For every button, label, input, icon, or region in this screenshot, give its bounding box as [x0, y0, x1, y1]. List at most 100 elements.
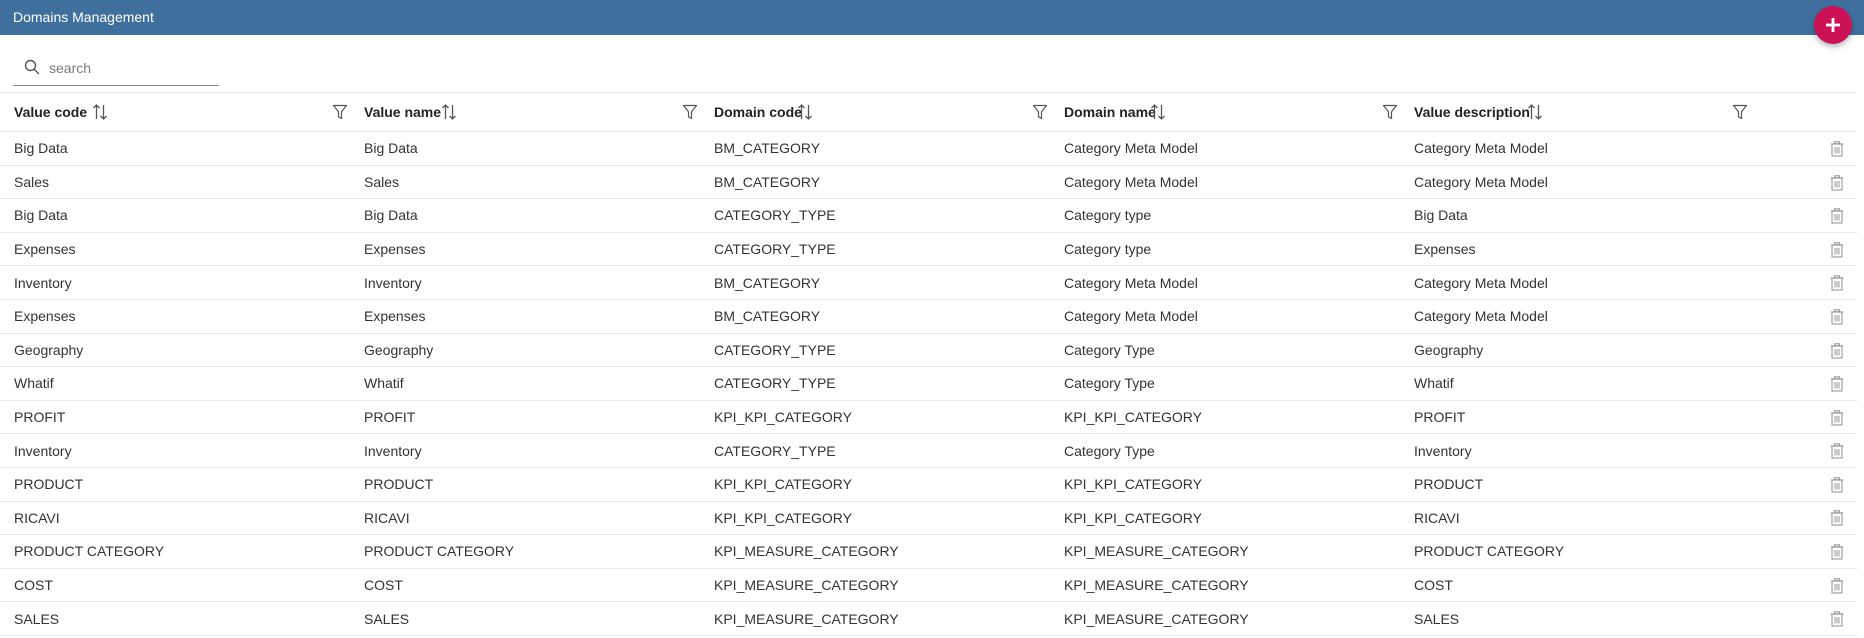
cell-text: PROFIT	[364, 409, 416, 426]
cell-value-description: PROFIT	[1400, 400, 1750, 435]
cell-value-name: PRODUCT	[350, 467, 700, 502]
cell-text: KPI_MEASURE_CATEGORY	[1064, 543, 1249, 560]
trash-icon[interactable]	[1830, 443, 1844, 459]
table-row[interactable]: Big Data Big Data CATEGORY_TYPE Category ty…	[0, 198, 1857, 233]
column-header-value-name[interactable]: Value name	[350, 93, 700, 132]
cell-text: Category type	[1064, 207, 1152, 224]
cell-text: CATEGORY_TYPE	[714, 341, 836, 358]
cell-domain-code: BM_CATEGORY	[700, 165, 1050, 200]
table-row[interactable]: Big Data Big Data BM_CATEGORY Category Meta…	[0, 131, 1857, 166]
filter-icon[interactable]	[682, 103, 698, 121]
column-header-label: Domain code	[714, 104, 802, 120]
cell-value-code: Geography	[0, 333, 350, 368]
delete-button[interactable]	[1750, 131, 1857, 166]
delete-button[interactable]	[1750, 400, 1857, 435]
cell-text: RICAVI	[14, 509, 60, 526]
trash-icon[interactable]	[1830, 208, 1844, 224]
cell-text: BM_CATEGORY	[714, 274, 821, 291]
table-row[interactable]: Expenses Expenses CATEGORY_TYPE Category ty…	[0, 232, 1857, 267]
cell-value-code: Expenses	[0, 232, 350, 267]
table-row[interactable]: Expenses Expenses BM_CATEGORY Category Meta…	[0, 299, 1857, 334]
delete-button[interactable]	[1750, 165, 1857, 200]
cell-value-name: Geography	[350, 333, 700, 368]
cell-value-description: Big Data	[1400, 198, 1750, 233]
trash-icon[interactable]	[1830, 544, 1844, 560]
delete-button[interactable]	[1750, 467, 1857, 502]
table-row[interactable]: Sales Sales BM_CATEGORY Category Meta Model…	[0, 165, 1857, 200]
filter-icon[interactable]	[332, 103, 348, 121]
trash-icon[interactable]	[1830, 275, 1844, 291]
cell-value-description: PRODUCT	[1400, 467, 1750, 502]
trash-icon[interactable]	[1830, 577, 1844, 594]
cell-text: PRODUCT	[1414, 476, 1484, 493]
delete-button[interactable]	[1750, 601, 1857, 636]
cell-value-name: SALES	[350, 601, 700, 636]
sort-icon[interactable]	[1150, 103, 1166, 121]
search-input[interactable]	[49, 56, 214, 80]
table-row[interactable]: Inventory Inventory BM_CATEGORY Category Me…	[0, 265, 1857, 300]
trash-icon[interactable]	[1830, 477, 1844, 493]
cell-text: COST	[1414, 577, 1453, 594]
trash-icon[interactable]	[1830, 174, 1844, 191]
cell-text: Geography	[364, 341, 434, 358]
trash-icon[interactable]	[1830, 409, 1844, 426]
table-row[interactable]: Geography Geography CATEGORY_TYPE Category …	[0, 333, 1857, 368]
table-row[interactable]: Inventory Inventory CATEGORY_TYPE Category …	[0, 433, 1857, 468]
column-header-label: Value code	[14, 104, 88, 120]
cell-value-description: Inventory	[1400, 433, 1750, 468]
cell-text: PRODUCT	[14, 476, 84, 493]
column-header-domain-name[interactable]: Domain name	[1050, 93, 1400, 132]
column-header-value-description[interactable]: Value description	[1400, 93, 1750, 132]
table-row[interactable]: SALES SALES KPI_MEASURE_CATEGORY KPI_MEASUR…	[0, 601, 1857, 636]
cell-text: PROFIT	[14, 409, 66, 426]
trash-icon[interactable]	[1830, 141, 1844, 157]
cell-value-description: Geography	[1400, 333, 1750, 368]
delete-button[interactable]	[1750, 534, 1857, 569]
table-row[interactable]: PROFIT PROFIT KPI_KPI_CATEGORY KPI_KPI_CATE…	[0, 400, 1857, 435]
table-row[interactable]: RICAVI RICAVI KPI_KPI_CATEGORY KPI_KPI_CATE…	[0, 501, 1857, 536]
delete-button[interactable]	[1750, 366, 1857, 401]
trash-icon[interactable]	[1830, 342, 1844, 359]
column-header-value-code[interactable]: Value code	[0, 93, 350, 132]
delete-button[interactable]	[1750, 232, 1857, 267]
filter-icon[interactable]	[1732, 103, 1748, 121]
sort-icon[interactable]	[441, 103, 457, 121]
table-row[interactable]: COST COST KPI_MEASURE_CATEGORY KPI_MEASURE_…	[0, 568, 1857, 603]
cell-text: COST	[364, 577, 403, 594]
trash-icon[interactable]	[1830, 376, 1844, 392]
trash-icon[interactable]	[1830, 241, 1844, 258]
cell-domain-name: Category Type	[1050, 366, 1400, 401]
delete-button[interactable]	[1750, 265, 1857, 300]
trash-icon[interactable]	[1830, 611, 1844, 627]
sort-icon[interactable]	[92, 103, 108, 121]
cell-text: Category Meta Model	[1064, 308, 1198, 325]
table-row[interactable]: PRODUCT CATEGORY PRODUCT CATEGORY KPI_MEAS…	[0, 534, 1857, 569]
delete-button[interactable]	[1750, 299, 1857, 334]
table-row[interactable]: Whatif Whatif CATEGORY_TYPE Category Type Wh…	[0, 366, 1857, 401]
cell-text: Expenses	[1414, 241, 1476, 258]
trash-icon[interactable]	[1830, 309, 1844, 325]
cell-text: SALES	[364, 610, 410, 627]
delete-button[interactable]	[1750, 198, 1857, 233]
column-header-domain-code[interactable]: Domain code	[700, 93, 1050, 132]
delete-button[interactable]	[1750, 501, 1857, 536]
cell-text: RICAVI	[1414, 509, 1460, 526]
cell-domain-name: KPI_KPI_CATEGORY	[1050, 467, 1400, 502]
cell-value-code: PRODUCT CATEGORY	[0, 534, 350, 569]
table-row[interactable]: PRODUCT PRODUCT KPI_KPI_CATEGORY KPI_KPI_CA…	[0, 467, 1857, 502]
delete-button[interactable]	[1750, 568, 1857, 603]
delete-button[interactable]	[1750, 333, 1857, 368]
add-domain-button[interactable]	[1814, 6, 1852, 44]
cell-domain-code: KPI_KPI_CATEGORY	[700, 400, 1050, 435]
sort-icon[interactable]	[1527, 103, 1543, 121]
trash-icon[interactable]	[1830, 510, 1844, 527]
cell-value-code: Whatif	[0, 366, 350, 401]
cell-text: Inventory	[364, 274, 422, 291]
filter-icon[interactable]	[1382, 103, 1398, 121]
cell-value-name: Expenses	[350, 232, 700, 267]
filter-icon[interactable]	[1032, 103, 1048, 121]
sort-icon[interactable]	[797, 103, 813, 121]
delete-button[interactable]	[1750, 433, 1857, 468]
cell-text: PROFIT	[1414, 409, 1466, 426]
cell-value-description: SALES	[1400, 601, 1750, 636]
